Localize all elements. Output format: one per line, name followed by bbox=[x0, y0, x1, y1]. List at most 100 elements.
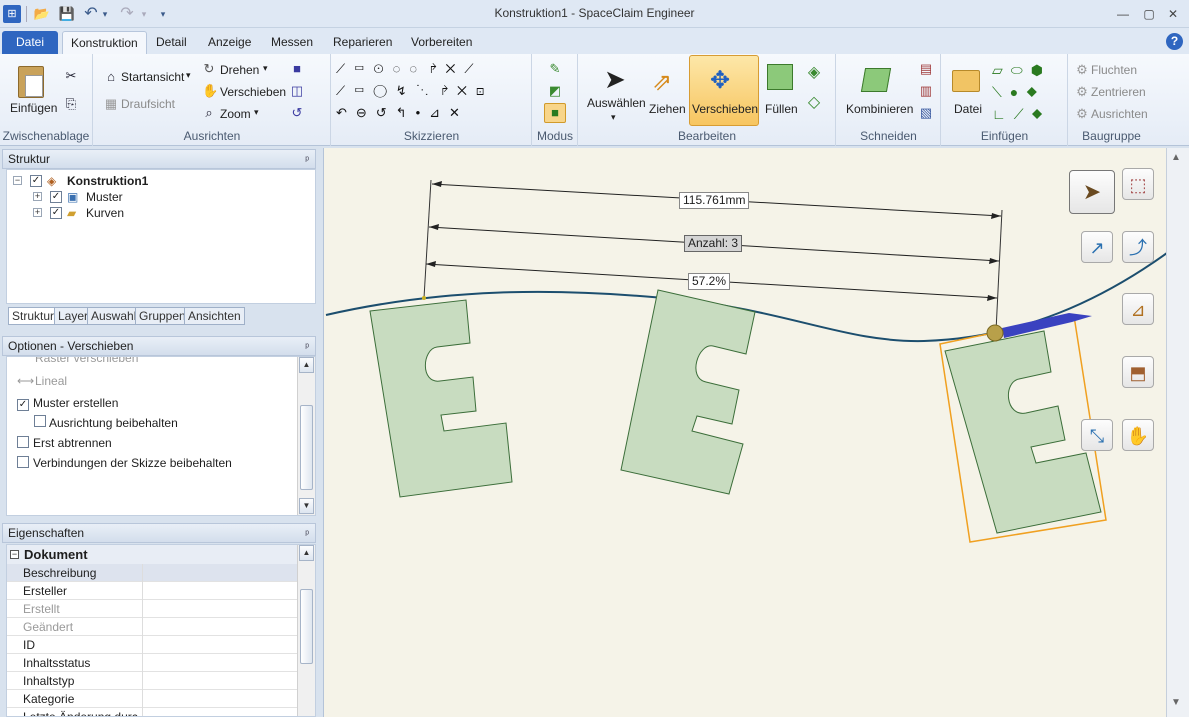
chevron-down-icon[interactable]: ▾ bbox=[254, 107, 259, 118]
collapse-icon[interactable]: − bbox=[13, 176, 22, 185]
chevron-down-icon[interactable]: ▾ bbox=[186, 70, 191, 81]
drehen-button[interactable]: Drehen bbox=[220, 63, 259, 77]
move-direction-icon[interactable]: ↗ bbox=[1081, 231, 1113, 263]
expand-icon[interactable]: + bbox=[33, 192, 42, 201]
e-shape-part-3[interactable] bbox=[944, 330, 1102, 534]
paste-button[interactable]: Einfügen bbox=[10, 101, 57, 115]
checkbox[interactable] bbox=[17, 436, 29, 448]
orbit-icon[interactable]: ↺ bbox=[290, 106, 304, 120]
dimension-count-label[interactable]: Anzahl: 3 bbox=[684, 235, 743, 252]
startansicht-button[interactable]: Startansicht bbox=[121, 70, 184, 84]
canvas-graphics[interactable] bbox=[324, 148, 1167, 717]
save-icon[interactable]: 💾 bbox=[58, 5, 76, 23]
property-row[interactable]: Beschreibung bbox=[7, 564, 299, 582]
anchor-point[interactable] bbox=[986, 324, 1004, 342]
option-ausrichtung-row[interactable] bbox=[34, 415, 46, 430]
sketch-mode-icon[interactable]: ✎ bbox=[548, 62, 562, 76]
tab-anzeige[interactable]: Anzeige bbox=[200, 31, 259, 54]
fill-icon[interactable] bbox=[767, 64, 793, 90]
scroll-down-icon[interactable]: ▼ bbox=[1171, 697, 1181, 708]
fuellen-button[interactable]: Füllen bbox=[765, 102, 798, 116]
option-verbindungen[interactable]: Verbindungen der Skizze beibehalten bbox=[33, 456, 232, 470]
datei-insert-button[interactable]: Datei bbox=[954, 102, 982, 116]
chevron-down-icon[interactable]: ▾ bbox=[611, 112, 616, 123]
property-row[interactable]: Ersteller bbox=[7, 582, 299, 600]
checkbox[interactable]: ✓ bbox=[50, 207, 62, 219]
expand-icon[interactable]: + bbox=[33, 208, 42, 217]
tree-label-kurven[interactable]: Kurven bbox=[86, 205, 124, 221]
section-mode-icon[interactable]: ◩ bbox=[548, 84, 562, 98]
select-arrow-icon[interactable]: ➤ bbox=[604, 64, 626, 95]
auswaehlen-button[interactable]: Auswählen bbox=[587, 96, 646, 110]
chevron-down-icon[interactable]: ▾ bbox=[263, 63, 268, 74]
open-icon[interactable]: 📂 bbox=[33, 5, 51, 23]
kombinieren-button[interactable]: Kombinieren bbox=[846, 102, 913, 116]
minimize-button[interactable]: — bbox=[1113, 6, 1133, 22]
collapse-icon[interactable]: − bbox=[10, 550, 19, 559]
help-icon[interactable]: ? bbox=[1166, 33, 1183, 50]
up-to-icon[interactable]: ⬒ bbox=[1122, 356, 1154, 388]
property-row[interactable]: Kategorie bbox=[7, 690, 299, 708]
option-ausrichtung-beibehalten[interactable]: Ausrichtung beibehalten bbox=[49, 416, 178, 430]
tree-label-root[interactable]: Konstruktion1 bbox=[67, 173, 148, 189]
3d-mode-icon[interactable]: ■ bbox=[544, 103, 566, 123]
e-shape-part-2[interactable] bbox=[620, 289, 756, 495]
home-view-icon[interactable]: ⌂ bbox=[104, 70, 118, 84]
redo-menu-icon[interactable]: ▾ bbox=[139, 5, 149, 23]
tree-label-muster[interactable]: Muster bbox=[86, 189, 123, 205]
tab-reparieren[interactable]: Reparieren bbox=[325, 31, 400, 54]
subtab-ansichten[interactable]: Ansichten bbox=[184, 307, 245, 325]
checkbox[interactable] bbox=[34, 415, 46, 427]
rotate-icon[interactable]: ↻ bbox=[202, 62, 216, 76]
close-button[interactable]: ✕ bbox=[1163, 6, 1183, 22]
customize-quick-access-icon[interactable]: ▾ bbox=[158, 5, 168, 23]
dimension-percent-label[interactable]: 57.2% bbox=[688, 273, 731, 290]
option-verbindungen-row[interactable] bbox=[17, 456, 29, 471]
replace-icon[interactable]: ◈ bbox=[807, 65, 821, 81]
dimension-length-label[interactable]: 115.761mm bbox=[679, 192, 750, 209]
tab-vorbereiten[interactable]: Vorbereiten bbox=[403, 31, 480, 54]
insert-tools[interactable]: ▱⬭⬢ ⟍●◆ ∟⟋◆ bbox=[992, 59, 1067, 129]
cut-icon[interactable]: ✂ bbox=[64, 69, 78, 83]
tab-datei[interactable]: Datei bbox=[2, 31, 58, 54]
canvas-scrollbar[interactable]: ▲ ▼ bbox=[1166, 148, 1189, 717]
property-row[interactable]: Letzte Änderung durc bbox=[7, 708, 299, 716]
zoom-icon[interactable]: ⌕ bbox=[202, 106, 216, 120]
pin-icon[interactable]: ᵖ bbox=[305, 339, 309, 357]
select-component-guide-icon[interactable]: ⬚ bbox=[1122, 168, 1154, 200]
pull-icon[interactable]: ⇗ bbox=[652, 68, 672, 97]
scroll-down-icon[interactable]: ▼ bbox=[299, 498, 314, 514]
option-muster-erstellen-row[interactable]: ✓ bbox=[17, 396, 29, 411]
checkbox[interactable] bbox=[17, 456, 29, 468]
undo-icon[interactable]: ↶ bbox=[82, 5, 100, 23]
e-shape-part-1[interactable] bbox=[369, 299, 513, 498]
zoom-button[interactable]: Zoom bbox=[220, 107, 251, 121]
verschieben-view-button[interactable]: Verschieben bbox=[220, 85, 286, 99]
options-scrollbar[interactable]: ▲ ▼ bbox=[297, 357, 315, 515]
folder-icon[interactable] bbox=[952, 70, 980, 92]
scroll-thumb[interactable] bbox=[300, 405, 313, 490]
checkbox[interactable]: ✓ bbox=[17, 399, 29, 411]
display-style-icon[interactable]: ◫ bbox=[290, 84, 304, 98]
option-erst-abtrennen-row[interactable] bbox=[17, 436, 29, 451]
redo-icon[interactable]: ↷ bbox=[118, 5, 136, 23]
sketch-tools[interactable]: ⟋▭⊙◌◌↱✕⟋ ⟋▭◯↯⋱↱✕⊡ ↶⊖↺↰•⊿✕ bbox=[336, 58, 526, 128]
paste-icon[interactable] bbox=[18, 66, 44, 98]
pan-icon[interactable]: ✋ bbox=[202, 84, 218, 98]
pin-icon[interactable]: ᵖ bbox=[305, 526, 309, 544]
combine-icon[interactable] bbox=[860, 68, 892, 92]
subtab-gruppen[interactable]: Gruppen bbox=[135, 307, 190, 325]
pin-icon[interactable]: ᵖ bbox=[305, 152, 309, 170]
scroll-up-icon[interactable]: ▲ bbox=[299, 357, 314, 373]
scroll-up-icon[interactable]: ▲ bbox=[299, 545, 314, 561]
checkbox[interactable]: ✓ bbox=[30, 175, 42, 187]
move-along-trajectory-icon[interactable]: ⤴ bbox=[1122, 231, 1154, 263]
tweak-face-icon[interactable]: ◇ bbox=[807, 95, 821, 111]
verschieben-button[interactable]: Verschieben bbox=[692, 102, 758, 116]
checkbox[interactable]: ✓ bbox=[50, 191, 62, 203]
select-guide-icon[interactable]: ➤ bbox=[1069, 170, 1115, 214]
anchor-icon[interactable]: ⊿ bbox=[1122, 293, 1154, 325]
option-muster-erstellen[interactable]: Muster erstellen bbox=[33, 396, 118, 410]
undo-menu-icon[interactable]: ▾ bbox=[100, 5, 110, 23]
copy-icon[interactable]: ⎘ bbox=[64, 97, 78, 111]
